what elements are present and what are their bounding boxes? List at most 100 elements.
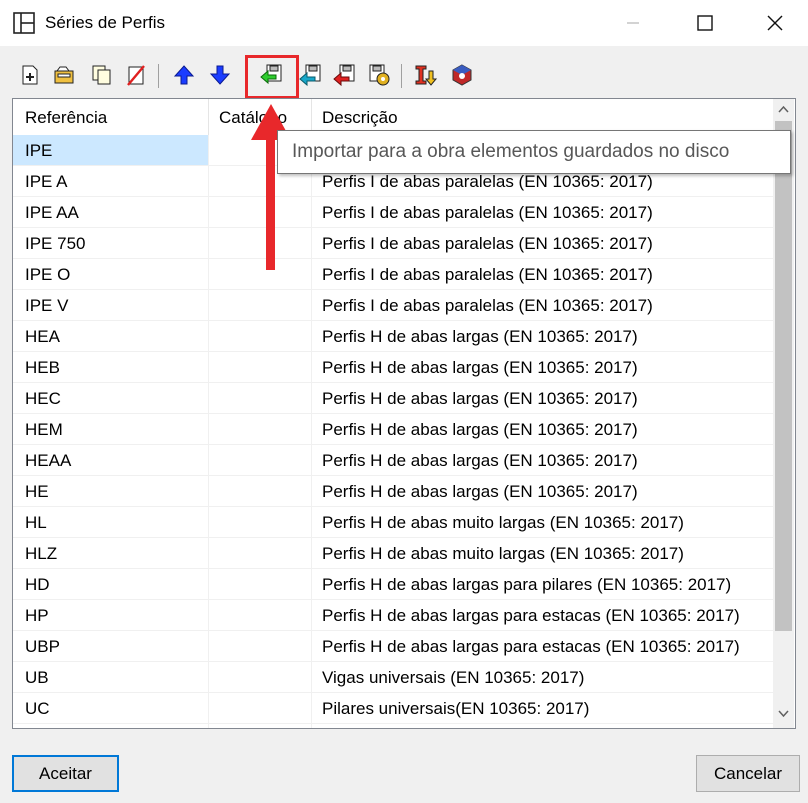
row-reference: IPE A (25, 172, 68, 191)
profile-library-button[interactable] (448, 61, 476, 89)
pointer-arrow-shaft (266, 138, 275, 270)
row-reference: HD (25, 575, 50, 594)
row-description: Perfis I de abas paralelas (EN 10365: 20… (322, 265, 653, 284)
row-reference: HLZ (25, 544, 58, 563)
row-reference: HE (25, 482, 49, 501)
window-title: Séries de Perfis (45, 13, 165, 32)
table-row[interactable]: HE Perfis H de abas largas (EN 10365: 201… (13, 476, 773, 507)
scroll-down-icon[interactable] (778, 710, 789, 718)
table-row[interactable]: HEAA Perfis H de abas largas (EN 10365: 2… (13, 445, 773, 476)
table-row[interactable]: IPE 750 Perfis I de abas paralelas (EN 10… (13, 228, 773, 259)
maximize-icon (697, 15, 713, 31)
row-reference: HEB (25, 358, 60, 377)
arrow-down-icon (209, 65, 231, 85)
row-reference: IPE AA (25, 203, 79, 222)
app-icon (13, 12, 35, 34)
profile-library-icon (452, 64, 472, 86)
row-description: Perfis H de abas largas (EN 10365: 2017) (322, 389, 638, 408)
move-down-button[interactable] (206, 61, 234, 89)
profile-series-list[interactable]: Referência Catálogo Descrição IPE IPE A Pe… (12, 98, 796, 729)
table-row[interactable]: IPE O Perfis I de abas paralelas (EN 1036… (13, 259, 773, 290)
column-gridline (208, 135, 209, 728)
scrollbar-thumb[interactable] (775, 121, 792, 631)
new-document-icon (22, 65, 38, 85)
delete-from-disk-button[interactable] (331, 61, 359, 89)
row-reference: HP (25, 606, 49, 625)
row-reference: HL (25, 513, 47, 532)
properties-button[interactable] (364, 61, 392, 89)
maximize-button[interactable] (690, 8, 720, 38)
table-row[interactable]: HP Perfis H de abas largas para estacas (… (13, 600, 773, 631)
row-reference: HEM (25, 420, 63, 439)
row-reference: IPE O (25, 265, 71, 284)
table-row[interactable]: HEB Perfis H de abas largas (EN 10365: 20… (13, 352, 773, 383)
export-icon (299, 64, 321, 87)
edit-button[interactable] (50, 61, 78, 89)
row-reference: UBP (25, 637, 60, 656)
row-description: Perfis H de abas muito largas (EN 10365:… (322, 513, 684, 532)
row-description: Perfis H de abas largas (EN 10365: 2017) (322, 451, 638, 470)
export-button[interactable] (297, 61, 325, 89)
title-bar: Séries de Perfis (0, 0, 808, 46)
table-row[interactable]: HLZ Perfis H de abas muito largas (EN 103… (13, 538, 773, 569)
row-description: Perfis H de abas largas (EN 10365: 2017) (322, 327, 638, 346)
delete-icon (127, 65, 145, 86)
row-description: Perfis I de abas paralelas (EN 10365: 20… (322, 234, 653, 253)
row-description: Perfis H de abas largas para estacas (EN… (322, 637, 740, 656)
row-reference: HEAA (25, 451, 72, 470)
row-description: Perfis H de abas largas (EN 10365: 2017) (322, 420, 638, 439)
column-divider[interactable] (208, 99, 209, 135)
row-reference: IPE 750 (25, 234, 86, 253)
table-row[interactable]: IPE AA Perfis I de abas paralelas (EN 103… (13, 197, 773, 228)
row-description: Pilares universais(EN 10365: 2017) (322, 699, 590, 718)
row-description: Perfis H de abas largas para estacas (EN… (322, 606, 740, 625)
vertical-scrollbar[interactable] (773, 99, 794, 728)
table-row[interactable]: IPE V Perfis I de abas paralelas (EN 1036… (13, 290, 773, 321)
arrow-up-icon (173, 65, 195, 85)
row-reference: IPE V (25, 296, 69, 315)
highlight-box (245, 55, 299, 99)
insert-profile-icon (415, 65, 438, 86)
row-reference: IPE (25, 141, 53, 160)
column-header-descricao[interactable]: Descrição (322, 108, 398, 128)
row-reference: UB (25, 668, 49, 687)
toolbar-separator (158, 64, 159, 88)
copy-button[interactable] (88, 61, 116, 89)
gear-disk-icon (369, 64, 390, 86)
row-reference: HEA (25, 327, 60, 346)
copy-icon (92, 65, 111, 85)
row-reference: HEC (25, 389, 61, 408)
edit-icon (54, 66, 74, 84)
minimize-button[interactable] (618, 8, 648, 38)
row-description: Perfis I de abas paralelas (EN 10365: 20… (322, 296, 653, 315)
scroll-up-icon[interactable] (778, 105, 789, 113)
row-reference: UC (25, 699, 50, 718)
delete-disk-icon (333, 64, 355, 87)
table-row[interactable]: HL Perfis H de abas muito largas (EN 1036… (13, 507, 773, 538)
column-gridline (311, 135, 312, 728)
table-row[interactable]: HD Perfis H de abas largas para pilares (… (13, 569, 773, 600)
toolbar (0, 58, 808, 96)
toolbar-separator (401, 64, 402, 88)
table-row[interactable]: UC Pilares universais(EN 10365: 2017) (13, 693, 773, 724)
import-tooltip: Importar para a obra elementos guardados… (277, 130, 791, 174)
close-button[interactable] (760, 8, 790, 38)
row-description: Perfis H de abas largas (EN 10365: 2017) (322, 482, 638, 501)
new-button[interactable] (16, 61, 44, 89)
accept-button[interactable]: Aceitar (12, 755, 119, 792)
table-row[interactable]: HEA Perfis H de abas largas (EN 10365: 20… (13, 321, 773, 352)
delete-button[interactable] (122, 61, 150, 89)
table-row[interactable]: UBP Perfis H de abas largas para estacas … (13, 631, 773, 662)
row-description: Perfis I de abas paralelas (EN 10365: 20… (322, 203, 653, 222)
insert-profile-button[interactable] (412, 61, 440, 89)
row-description: Perfis H de abas largas (EN 10365: 2017) (322, 358, 638, 377)
row-description: Perfis H de abas largas para pilares (EN… (322, 575, 732, 594)
table-row[interactable]: UB Vigas universais (EN 10365: 2017) (13, 662, 773, 693)
cancel-button[interactable]: Cancelar (696, 755, 800, 792)
table-row[interactable]: HEC Perfis H de abas largas (EN 10365: 20… (13, 383, 773, 414)
move-up-button[interactable] (170, 61, 198, 89)
close-icon (767, 15, 783, 31)
minimize-icon (627, 22, 639, 24)
table-row[interactable]: HEM Perfis H de abas largas (EN 10365: 20… (13, 414, 773, 445)
column-header-referencia[interactable]: Referência (25, 108, 107, 128)
